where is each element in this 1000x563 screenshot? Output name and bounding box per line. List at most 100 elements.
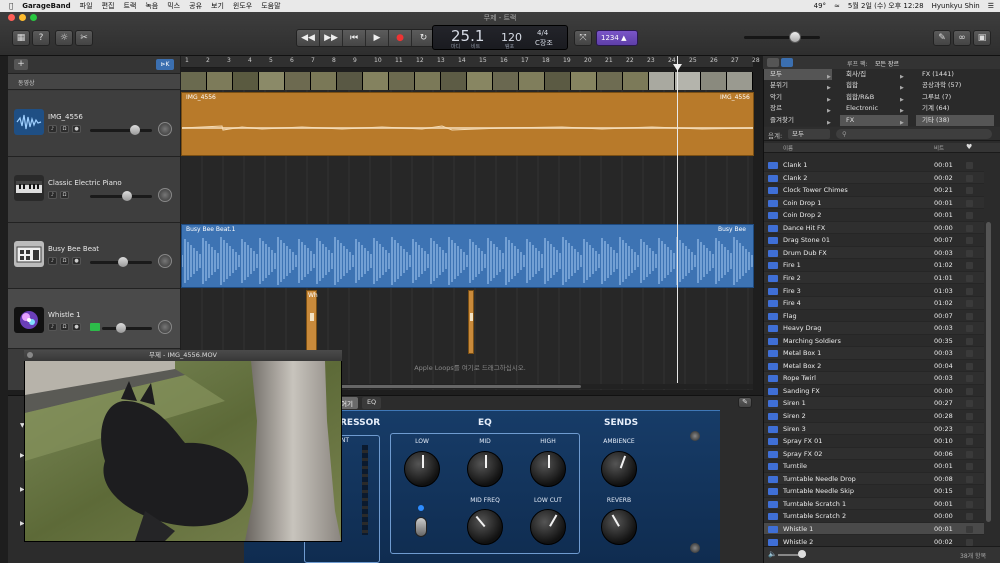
category-item[interactable]: 힙합/R&B [840,92,908,103]
favorite-checkbox[interactable] [966,362,973,370]
track-volume-knob[interactable] [118,257,128,267]
loop-row[interactable]: Coin Drop 1 00:01 [764,196,984,210]
video-close-button[interactable] [27,352,33,358]
category-item[interactable]: 악기 [764,92,832,103]
category-item[interactable]: 그루브 (7) [916,92,994,103]
menu-track[interactable]: 트랙 [123,1,136,11]
record-icon[interactable]: ● [389,30,412,46]
loop-row[interactable]: Fire 2 01:01 [764,271,984,285]
eq-toggle-switch[interactable] [415,517,427,537]
favorite-checkbox[interactable] [966,513,973,521]
view-list-icon[interactable] [767,58,779,67]
pan-knob[interactable] [158,320,172,334]
category-item[interactable]: 장르 [764,103,832,114]
category-item[interactable]: 힙합 [840,80,908,91]
loop-browser-icon[interactable]: ∞ [953,30,971,46]
loop-row[interactable]: Heavy Drag 00:03 [764,322,984,335]
menu-edit[interactable]: 편집 [102,1,115,11]
tab-eq[interactable]: EQ [361,397,382,409]
favorite-checkbox[interactable] [966,400,973,408]
favorite-checkbox[interactable] [966,300,973,308]
loop-row[interactable]: Turntile 00:01 [764,460,984,473]
catch-playhead-button[interactable]: ⊳K [156,59,174,70]
favorite-checkbox[interactable] [966,450,973,458]
search-input[interactable]: ⚲ [836,129,992,139]
eq-mid-freq-knob[interactable] [467,509,503,545]
weather-temp[interactable]: 49° [814,2,826,10]
apple-icon[interactable]:  [9,2,13,10]
mute-icon[interactable]: ♪ [48,323,57,331]
menu-app[interactable]: GarageBand [22,2,70,10]
reverb-knob[interactable] [601,509,637,545]
loop-row[interactable]: Spray FX 02 00:06 [764,447,984,461]
favorite-checkbox[interactable] [966,325,973,333]
loop-row[interactable]: Siren 2 00:28 [764,410,984,423]
favorite-checkbox[interactable] [966,350,973,358]
help-icon[interactable]: ? [32,30,50,46]
menu-share[interactable]: 공유 [189,1,202,11]
loop-row[interactable]: Whistle 1 00:01 [764,522,984,536]
loop-pack-select[interactable]: 모든 장르 [875,59,899,68]
loop-row[interactable]: Fire 3 01:03 [764,285,984,297]
loop-row[interactable]: Coin Drop 2 00:01 [764,209,984,222]
ambience-knob[interactable] [601,451,637,487]
video-window-title[interactable]: 무제 - IMG_4556.MOV [24,350,342,361]
track-name[interactable]: Whistle 1 [48,311,81,319]
track-volume-knob[interactable] [130,125,140,135]
favorite-checkbox[interactable] [966,475,973,483]
notepad-icon[interactable]: ✎ [933,30,951,46]
playhead[interactable] [677,56,678,383]
loop-row[interactable]: Drag Stone 01 00:07 [764,234,984,247]
track-volume-knob[interactable] [116,323,126,333]
view-grid-icon[interactable] [781,58,793,67]
eq-low-cut-knob[interactable] [530,509,566,545]
loop-row[interactable]: Dance Hit FX 00:00 [764,221,984,235]
headphones-icon[interactable]: Ω [60,323,69,331]
headphones-icon[interactable]: Ω [60,257,69,265]
favorite-checkbox[interactable] [966,413,973,420]
loop-row[interactable]: Marching Soldiers 00:35 [764,335,984,348]
whistle-region-1[interactable]: Wh [306,290,318,354]
minimize-window-button[interactable] [19,14,26,21]
loop-row[interactable]: Siren 3 00:23 [764,422,984,436]
go-to-start-icon[interactable]: ⏮ [343,30,366,46]
menu-mix[interactable]: 믹스 [167,1,180,11]
track-volume-slider[interactable] [90,129,152,132]
track-name[interactable]: IMG_4556 [48,113,83,121]
favorite-checkbox[interactable] [966,312,973,320]
master-volume-slider[interactable] [744,36,820,39]
clock-text[interactable]: 5월 2일 (수) 오후 12:28 [848,1,924,11]
category-item[interactable]: 공상과학 (57) [916,80,994,91]
mute-icon[interactable]: ♪ [48,125,57,133]
category-item[interactable]: FX [840,114,908,126]
loop-row[interactable]: Clock Tower Chimes 00:21 [764,184,984,197]
pan-knob[interactable] [158,122,172,136]
zoom-window-button[interactable] [30,14,37,21]
mute-icon[interactable]: ♪ [48,191,57,199]
add-track-button[interactable]: + [14,59,28,70]
track-volume-slider[interactable] [102,327,152,330]
master-volume-knob[interactable] [789,31,801,43]
pan-knob[interactable] [158,254,172,268]
close-window-button[interactable] [8,14,15,21]
record-enable-icon[interactable]: ● [72,323,81,331]
loop-row[interactable]: Spray FX 01 00:10 [764,435,984,448]
favorite-heart-icon[interactable]: ♥ [966,143,972,151]
favorite-checkbox[interactable] [966,274,973,282]
track-header-whistle[interactable]: Whistle 1 ♪ Ω ● [8,289,180,349]
scissors-icon[interactable]: ✂ [75,30,93,46]
track-name[interactable]: Classic Electric Piano [48,179,122,187]
track-header-piano[interactable]: Classic Electric Piano ♪ Ω [8,157,180,223]
loop-row[interactable]: Turntable Needle Drop 00:08 [764,472,984,486]
favorite-checkbox[interactable] [966,187,973,195]
scale-select[interactable]: 모두 [788,129,830,139]
rewind-icon[interactable]: ◀◀ [297,30,320,46]
category-item[interactable]: 기타 (38) [916,114,994,126]
favorite-checkbox[interactable] [966,387,973,395]
category-item[interactable]: 분위기 [764,80,832,91]
loop-row[interactable]: Turntable Scratch 2 00:00 [764,510,984,523]
track-header-audio[interactable]: IMG_4556 ♪ Ω ● [8,91,180,157]
loop-row[interactable]: Siren 1 00:27 [764,397,984,410]
audio-region-img4556[interactable]: IMG_4556 IMG_4556 [181,92,754,156]
favorite-checkbox[interactable] [966,438,973,446]
